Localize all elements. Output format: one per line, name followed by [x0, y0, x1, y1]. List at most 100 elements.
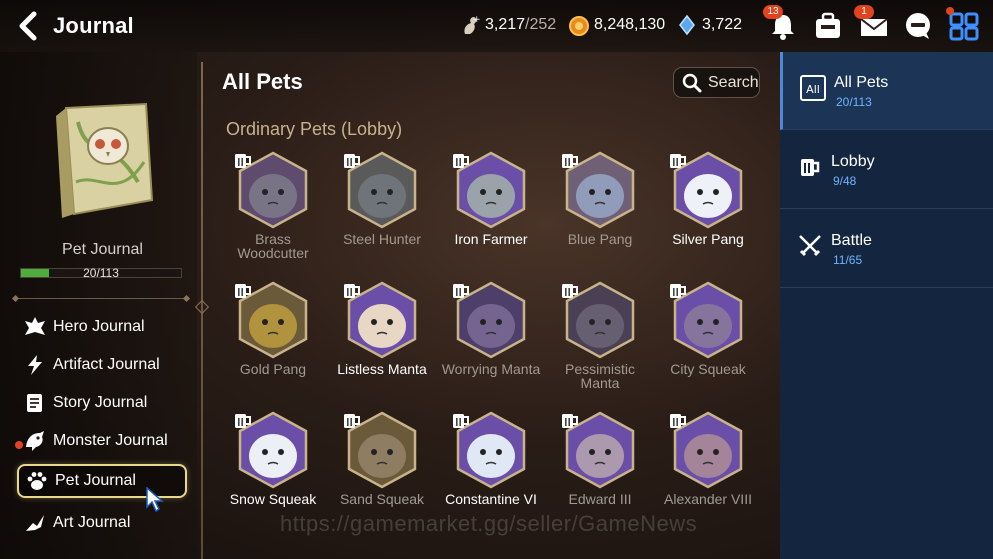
lobby-mug-icon [670, 414, 686, 428]
nav-monster-journal[interactable]: Monster Journal [17, 424, 187, 458]
pet-portrait [451, 150, 531, 230]
pet-card[interactable]: Steel Hunter [328, 150, 436, 246]
pointer-cursor-icon [146, 487, 164, 513]
pet-name: Listless Manta [337, 361, 427, 377]
pet-card[interactable]: Brass Woodcutter [219, 150, 327, 260]
pet-portrait [451, 280, 531, 360]
gold-resource[interactable]: 8,248,130 [568, 14, 665, 36]
nav-hero-journal[interactable]: Hero Journal [17, 310, 187, 344]
tab-label: All Pets [834, 74, 889, 91]
pet-card[interactable]: Iron Farmer [437, 150, 545, 246]
journal-progress-text: 20/113 [83, 266, 119, 280]
section-title: Ordinary Pets (Lobby) [226, 119, 403, 139]
pet-name: Iron Farmer [454, 231, 528, 247]
search-label: Search [708, 73, 759, 91]
nav-label: Monster Journal [53, 432, 168, 449]
gold-value: 8,248,130 [594, 16, 666, 33]
lobby-mug-icon [562, 154, 578, 168]
pet-card[interactable]: Sand Squeak [328, 410, 436, 506]
pet-portrait [560, 280, 640, 360]
pet-name: Blue Pang [567, 231, 633, 247]
artifact-icon [28, 355, 42, 375]
nav-artifact-journal[interactable]: Artifact Journal [17, 348, 187, 382]
top-bar: Journal + 3,217 /252 8,248,130 3,722 13 [0, 0, 993, 52]
journal-name: Pet Journal [62, 241, 143, 258]
svg-text:+: + [473, 15, 481, 25]
pet-card[interactable]: Edward III [546, 410, 654, 506]
search-button[interactable]: Search [673, 67, 760, 98]
tab-battle[interactable]: Battle 11/65 [780, 210, 993, 288]
tab-all-pets[interactable]: All All Pets 20/113 [780, 52, 993, 130]
nav-story-journal[interactable]: Story Journal [17, 386, 187, 420]
divider [16, 298, 186, 299]
pet-name: Worrying Manta [441, 361, 541, 377]
paw-icon [27, 472, 47, 490]
watermark: https://gamemarket.gg/seller/GameNews [280, 511, 698, 536]
notification-badge: 13 [763, 5, 783, 19]
pet-name: Constantine VI [445, 491, 537, 507]
nav-label: Hero Journal [53, 318, 145, 335]
nav-label: Artifact Journal [53, 356, 160, 373]
pet-portrait [342, 410, 422, 490]
menu-alert-dot [946, 7, 954, 15]
menu-button[interactable] [946, 7, 980, 42]
mail-button[interactable]: 1 [854, 5, 890, 42]
pet-portrait [233, 280, 313, 360]
stamina-resource[interactable]: + 3,217 /252 [459, 14, 556, 36]
inventory-button[interactable] [812, 10, 844, 42]
pet-card[interactable]: Gold Pang [219, 280, 327, 376]
pet-name: Gold Pang [239, 361, 307, 377]
pet-card[interactable]: Pessimistic Manta [546, 280, 654, 390]
grid-menu-icon [949, 12, 979, 41]
crystal-resource[interactable]: 3,722 [676, 14, 742, 36]
back-arrow-icon[interactable] [14, 10, 44, 42]
nav-label: Pet Journal [55, 472, 136, 489]
pet-name: Alexander VIII [664, 491, 752, 507]
tab-count: 11/65 [833, 253, 863, 267]
pet-card[interactable]: Silver Pang [654, 150, 762, 246]
monster-icon [26, 431, 44, 451]
crystal-value: 3,722 [702, 16, 743, 33]
tab-count: 20/113 [836, 95, 872, 109]
panel-divider [194, 62, 210, 559]
tab-label: Lobby [831, 153, 875, 170]
tab-lobby[interactable]: Lobby 9/48 [780, 131, 993, 209]
nav-label: Art Journal [53, 514, 131, 531]
pet-card[interactable]: Listless Manta [328, 280, 436, 376]
pet-name: Pessimistic Manta [564, 361, 635, 391]
lobby-mug-icon [235, 284, 251, 298]
chat-button[interactable] [902, 10, 934, 42]
backpack-icon [816, 12, 840, 38]
pet-portrait [342, 150, 422, 230]
all-icon: All [800, 75, 826, 101]
pet-card[interactable]: Worrying Manta [437, 280, 545, 376]
pet-name: Steel Hunter [343, 231, 421, 247]
lobby-mug-icon [670, 154, 686, 168]
pet-portrait [233, 410, 313, 490]
notification-button[interactable]: 13 [763, 5, 799, 42]
pet-portrait [560, 410, 640, 490]
pet-portrait [668, 280, 748, 360]
mug-icon [801, 159, 820, 176]
tab-label: Battle [831, 232, 872, 249]
pet-portrait [233, 150, 313, 230]
crossed-swords-icon [799, 235, 821, 257]
pet-card[interactable]: City Squeak [654, 280, 762, 376]
pet-name: Brass Woodcutter [237, 231, 309, 261]
pet-portrait [451, 410, 531, 490]
pet-card[interactable]: Blue Pang [546, 150, 654, 246]
pet-name: Sand Squeak [339, 491, 425, 507]
lobby-mug-icon [453, 414, 469, 428]
stamina-value: 3,217 [485, 16, 526, 33]
chat-icon [906, 13, 930, 39]
nav-label: Story Journal [53, 394, 148, 411]
pet-name: Snow Squeak [229, 491, 317, 507]
pet-card[interactable]: Snow Squeak [219, 410, 327, 506]
pets-title: All Pets [222, 69, 303, 94]
lobby-mug-icon [670, 284, 686, 298]
pet-card[interactable]: Alexander VIII [654, 410, 762, 506]
pet-name: City Squeak [670, 361, 746, 377]
page-title: Journal [53, 13, 134, 38]
lobby-mug-icon [344, 284, 360, 298]
pet-card[interactable]: Constantine VI [437, 410, 545, 506]
